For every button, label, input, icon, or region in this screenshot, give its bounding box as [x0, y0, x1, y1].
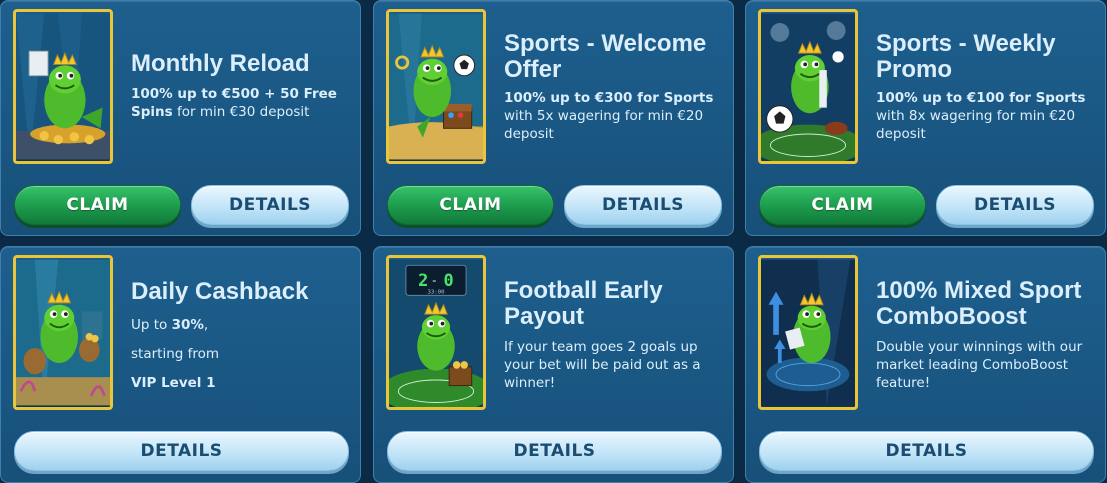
promo-title: 100% Mixed Sport ComboBoost	[876, 277, 1082, 330]
claim-button[interactable]: CLAIM	[387, 185, 554, 225]
crown-icon	[47, 290, 72, 304]
treasure-chest-icon	[448, 366, 473, 387]
promo-image-daily-cashback	[13, 255, 113, 410]
scoreboard-time: 33:00	[428, 289, 446, 295]
scoreboard-icon: 2 - 0 33:00	[405, 264, 467, 296]
promo-description: Up to 30%, starting from VIP Level 1	[131, 311, 356, 398]
promo-description: 100% up to €300 for Sports with 5x wager…	[504, 89, 729, 143]
promo-description: 100% up to €100 for Sports with 8x wager…	[876, 89, 1101, 143]
promo-line-2: starting from	[131, 346, 220, 362]
scoreboard-home-score: 2	[418, 270, 428, 290]
crown-icon	[799, 292, 824, 306]
promo-cashback-percent: 30%	[171, 317, 204, 333]
promo-offer-terms: for min €30 deposit	[172, 104, 310, 120]
promo-line-1-post: ,	[203, 317, 209, 333]
promo-offer-terms: with 5x wagering for min €20 deposit	[504, 108, 704, 142]
fish-mascot-icon	[389, 13, 483, 160]
scoreboard-away-score: 0	[444, 270, 454, 290]
fish-mascot-icon	[16, 259, 110, 406]
crown-icon	[52, 51, 77, 65]
promo-image-football-early-payout: 2 - 0 33:00	[386, 255, 486, 410]
promo-image-sports-weekly	[758, 9, 858, 164]
promo-offer-highlight: 100% up to €100 for Sports	[876, 90, 1086, 106]
details-button[interactable]: DETAILS	[191, 185, 349, 225]
claim-button[interactable]: CLAIM	[14, 185, 181, 225]
coin-bag-icon	[23, 348, 47, 375]
promo-title: Daily Cashback	[131, 278, 309, 305]
details-button[interactable]: DETAILS	[14, 431, 349, 471]
promo-image-monthly-reload	[13, 9, 113, 164]
promo-vip-level: VIP Level 1	[131, 375, 216, 391]
promo-card-sports-welcome-offer: Sports - Welcome Offer 100% up to €300 f…	[373, 0, 734, 236]
fish-mascot-icon: 2 - 0 33:00	[389, 259, 483, 407]
promo-card-monthly-reload: Monthly Reload 100% up to €500 + 50 Free…	[0, 0, 361, 236]
details-button[interactable]: DETAILS	[564, 185, 722, 225]
crown-icon	[420, 44, 445, 58]
fish-mascot-icon	[761, 13, 855, 161]
promo-card-football-early-payout: 2 - 0 33:00 Football Early Payout If you…	[373, 246, 734, 483]
promo-card-daily-cashback: Daily Cashback Up to 30%, starting from …	[0, 246, 361, 483]
details-button[interactable]: DETAILS	[759, 431, 1094, 471]
fish-mascot-icon	[761, 259, 855, 406]
promo-line-1: Up to 30%,	[131, 311, 356, 340]
details-button[interactable]: DETAILS	[936, 185, 1094, 225]
promo-image-comboboost	[758, 255, 858, 410]
promo-description: If your team goes 2 goals up your bet wi…	[504, 339, 701, 391]
promo-title: Sports - Weekly Promo	[876, 30, 1056, 83]
promo-description: 100% up to €500 + 50 Free Spins for min …	[131, 85, 356, 121]
promo-image-sports-welcome	[386, 9, 486, 164]
claim-button[interactable]: CLAIM	[759, 185, 926, 225]
promo-line-1-pre: Up to	[131, 317, 172, 333]
promo-title: Sports - Welcome Offer	[504, 30, 707, 83]
promo-description: Double your winnings with our market lea…	[876, 339, 1083, 391]
promo-offer-terms: with 8x wagering for min €20 deposit	[876, 108, 1076, 142]
promo-card-sports-weekly-promo: Sports - Weekly Promo 100% up to €100 fo…	[745, 0, 1106, 236]
promotions-grid: Monthly Reload 100% up to €500 + 50 Free…	[0, 0, 1107, 483]
promo-offer-highlight: 100% up to €300 for Sports	[504, 90, 714, 106]
fish-mascot-icon	[16, 13, 110, 160]
crown-icon	[797, 40, 822, 54]
promo-title: Monthly Reload	[131, 50, 310, 77]
crown-icon	[424, 301, 448, 315]
promo-card-mixed-sport-comboboost: 100% Mixed Sport ComboBoost Double your …	[745, 246, 1106, 483]
details-button[interactable]: DETAILS	[387, 431, 722, 471]
scoreboard-separator: -	[432, 274, 436, 287]
promo-title: Football Early Payout	[504, 277, 663, 330]
